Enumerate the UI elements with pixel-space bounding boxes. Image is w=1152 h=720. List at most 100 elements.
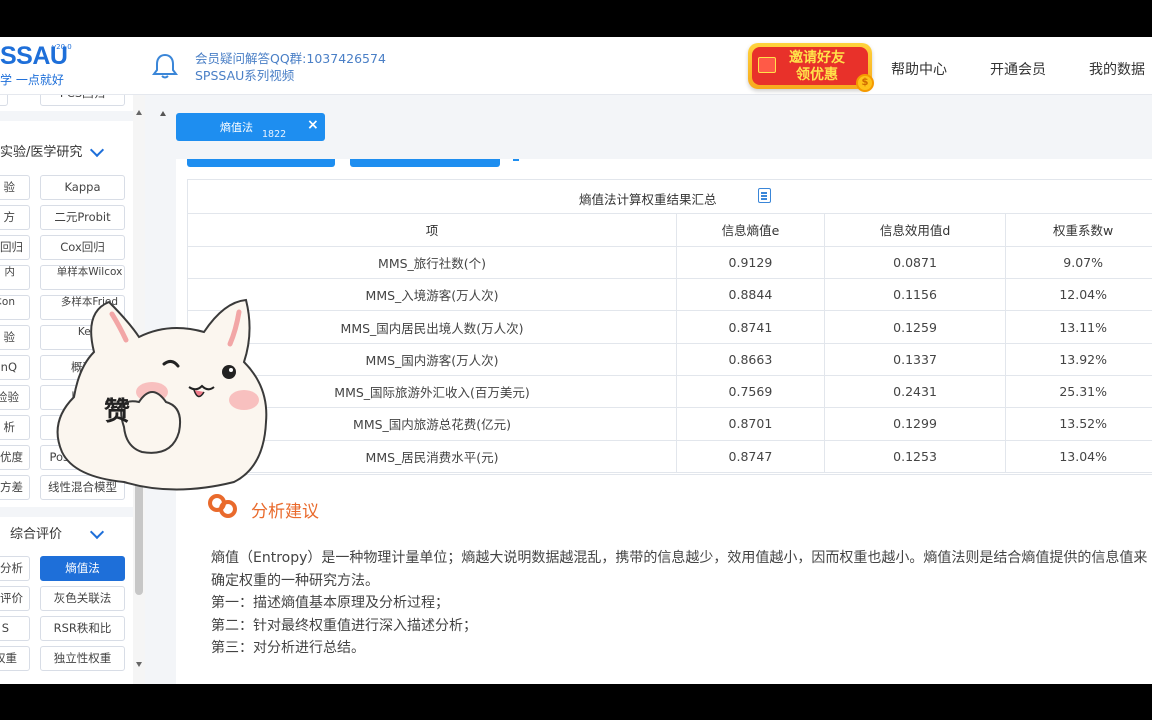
analysis-paragraph: 熵值（Entropy）是一种物理计量单位；熵越大说明数据越混乱，携带的信息越少，… [211, 550, 1148, 589]
cell-entropy: 0.7569 [676, 375, 825, 409]
sidebar-divider [0, 111, 133, 121]
table-row: MMS_国内游客(万人次) 0.8663 0.1337 13.92% [188, 343, 1152, 376]
table-row: MMS_国内居民出境人数(万人次) 0.8741 0.1259 13.11% [188, 310, 1152, 344]
toolbar-button-1[interactable] [187, 159, 335, 167]
cell-entropy: 0.8747 [676, 440, 825, 473]
tab-label: 熵值法 [220, 121, 253, 134]
sidebar-button-m8[interactable]: 检验 [0, 385, 30, 410]
table-row: MMS_国内旅游总花费(亿元) 0.8701 0.1299 13.52% [188, 407, 1152, 441]
entropy-result-table: 熵值法计算权重结果汇总 项 信息熵值e 信息效用值d 权重系数w MMS_旅行社… [187, 179, 1152, 475]
qq-group-link[interactable]: 会员疑问解答QQ群:1037426574 [195, 50, 386, 67]
cell-utility: 0.1259 [824, 310, 1007, 344]
scroll-up-icon[interactable] [136, 110, 142, 115]
tab-entropy[interactable]: 熵值法 1822 × [176, 113, 325, 141]
sidebar-button-m4[interactable]: 内 [0, 265, 30, 290]
sidebar-button-rsr[interactable]: RSR秩和比 [40, 616, 125, 641]
section-medical-label: 实验/医学研究 [0, 145, 83, 160]
analysis-step-1: 第一：描述熵值基本原理及分析过程； [211, 595, 449, 611]
cell-entropy: 0.9129 [676, 246, 825, 280]
chevron-down-icon [89, 524, 105, 540]
invite-line2: 领优惠 [796, 67, 838, 83]
sidebar-button-pcs[interactable]: PCS回归 [40, 95, 125, 106]
sidebar-button-e3[interactable]: S [0, 616, 30, 641]
link-icon [208, 494, 237, 518]
section-eval-label: 综合评价 [10, 527, 63, 542]
nav-membership[interactable]: 开通会员 [990, 59, 1046, 79]
logo[interactable]: SSAU v20.0 学 一点就好 [0, 43, 80, 88]
sidebar-button-e2[interactable]: 评价 [0, 586, 30, 611]
sidebar-button-m2[interactable]: 方 [0, 205, 30, 230]
table-title: 熵值法计算权重结果汇总 [579, 192, 717, 207]
sidebar-button-m3[interactable]: 回归 [0, 235, 30, 260]
cat-thumbs-up-sticker: 赞 [56, 298, 268, 491]
nav-my-data[interactable]: 我的数据 [1089, 59, 1145, 79]
sidebar-button-m10[interactable]: 优度 [0, 445, 30, 470]
member-notice[interactable]: 会员疑问解答QQ群:1037426574 SPSSAU系列视频 [195, 50, 386, 84]
cell-utility: 0.0871 [824, 246, 1007, 280]
table-row: MMS_居民消费水平(元) 0.8747 0.1253 13.04% [188, 440, 1152, 473]
cell-entropy: 0.8663 [676, 343, 825, 376]
table-body: MMS_旅行社数(个) 0.9129 0.0871 9.07% MMS_入境游客(万人次… [188, 246, 1152, 473]
cell-weight: 13.92% [1005, 343, 1152, 376]
analysis-section: 分析建议 熵值（Entropy）是一种物理计量单位；熵越大说明数据越混乱，携带的… [187, 489, 1152, 684]
nav-help-center[interactable]: 帮助中心 [891, 59, 947, 79]
tab-count: 1822 [262, 129, 287, 140]
header-item: 项 [188, 214, 678, 247]
scroll-down-icon[interactable] [136, 662, 142, 667]
analysis-step-2: 第二：针对最终权重值进行深入描述分析； [211, 617, 477, 634]
cell-weight: 9.07% [1005, 246, 1152, 280]
sidebar-button-e4[interactable]: 权重 [0, 646, 30, 671]
app-screen: SSAU v20.0 学 一点就好 会员疑问解答QQ群:1037426574 S… [0, 37, 1152, 684]
video-series-link[interactable]: SPSSAU系列视频 [195, 67, 386, 84]
cell-weight: 25.31% [1005, 375, 1152, 409]
sidebar-button-e1[interactable]: 分析 [0, 556, 30, 581]
cell-entropy: 0.8701 [676, 407, 825, 441]
sidebar-button-m11[interactable]: 方差 [0, 475, 30, 500]
invite-friends-banner[interactable]: 邀请好友 领优惠 $ [748, 43, 874, 92]
sidebar-button-m7[interactable]: nQ [0, 355, 30, 380]
cell-utility: 0.1156 [824, 278, 1007, 312]
sidebar-button-kappa[interactable]: Kappa [40, 175, 125, 200]
cell-item: MMS_旅行社数(个) [188, 246, 678, 280]
sidebar-button-grey-relation[interactable]: 灰色关联法 [40, 586, 125, 611]
top-header: SSAU v20.0 学 一点就好 会员疑问解答QQ群:1037426574 S… [0, 37, 1152, 95]
cell-utility: 0.1253 [824, 440, 1007, 473]
toolbar-dash [513, 159, 519, 161]
result-content: 熵值法计算权重结果汇总 项 信息熵值e 信息效用值d 权重系数w MMS_旅行社… [176, 159, 1152, 684]
analysis-body: 熵值（Entropy）是一种物理计量单位；熵越大说明数据越混乱，携带的信息越少，… [211, 547, 1152, 660]
invite-line1: 邀请好友 [789, 50, 845, 66]
header-entropy: 信息熵值e [676, 214, 825, 247]
sidebar-button-entropy[interactable]: 熵值法 [40, 556, 125, 581]
chevron-down-icon [89, 142, 105, 158]
cell-weight: 13.52% [1005, 407, 1152, 441]
sidebar-button-m6[interactable]: 验 [0, 325, 30, 350]
cell-entropy: 0.8741 [676, 310, 825, 344]
sidebar-button-m9[interactable]: 析 [0, 415, 30, 440]
scroll-up-icon[interactable] [160, 111, 166, 116]
sticker-text: 赞 [103, 397, 130, 427]
coin-icon: $ [856, 74, 874, 92]
sidebar-button-wilcoxon[interactable]: 单样本Wilcox [40, 265, 125, 290]
cell-weight: 12.04% [1005, 278, 1152, 312]
table-row: MMS_旅行社数(个) 0.9129 0.0871 9.07% [188, 246, 1152, 280]
header-weight: 权重系数w [1005, 214, 1152, 247]
table-row: MMS_国际旅游外汇收入(百万美元) 0.7569 0.2431 25.31% [188, 375, 1152, 409]
sidebar-divider [0, 507, 133, 517]
table-header-row: 项 信息熵值e 信息效用值d 权重系数w [188, 214, 1152, 247]
cell-utility: 0.1337 [824, 343, 1007, 376]
sidebar-button-probit[interactable]: 二元Probit [40, 205, 125, 230]
analysis-step-3: 第三：对分析进行总结。 [211, 640, 365, 656]
sidebar-button-independence-weight[interactable]: 独立性权重 [40, 646, 125, 671]
sidebar-button-m5[interactable]: 本on [0, 295, 30, 320]
sidebar-button-cox[interactable]: Cox回归 [40, 235, 125, 260]
cell-entropy: 0.8844 [676, 278, 825, 312]
sidebar-button-partial[interactable]: 验 [0, 95, 8, 106]
toolbar-button-2[interactable] [350, 159, 500, 167]
cell-weight: 13.04% [1005, 440, 1152, 473]
bell-icon[interactable] [150, 51, 180, 81]
close-icon[interactable]: × [307, 117, 319, 133]
red-envelope-icon [758, 57, 776, 73]
document-icon[interactable] [758, 188, 771, 203]
sidebar-button-m1[interactable]: 验 [0, 175, 30, 200]
cell-utility: 0.1299 [824, 407, 1007, 441]
